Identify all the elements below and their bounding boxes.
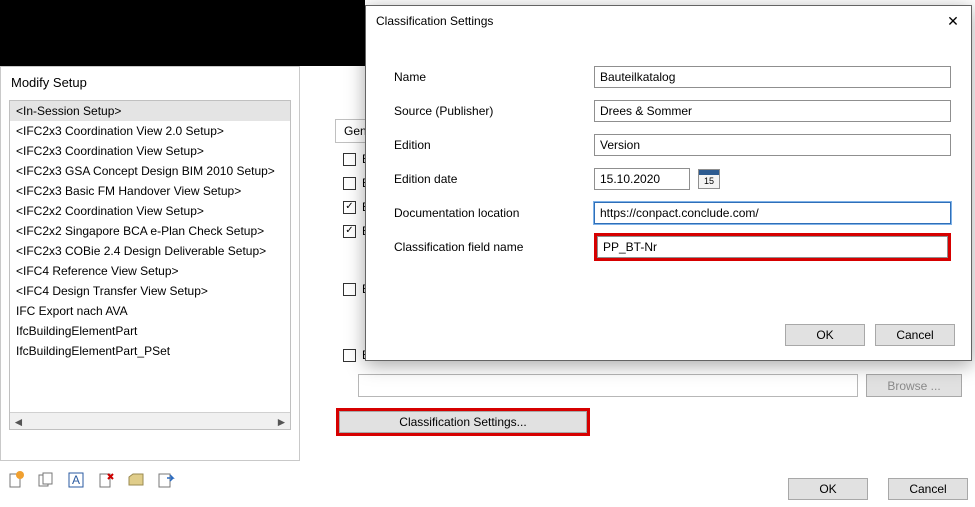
browse-button[interactable]: Browse ...: [866, 374, 962, 397]
setup-item[interactable]: IFC Export nach AVA: [10, 301, 290, 321]
modify-setup-title: Modify Setup: [1, 67, 299, 100]
checkbox[interactable]: [343, 153, 356, 166]
checkbox[interactable]: [343, 201, 356, 214]
scroll-left-icon[interactable]: ◄: [10, 413, 27, 430]
source-field[interactable]: [594, 100, 951, 122]
dialog-cancel-button[interactable]: Cancel: [875, 324, 955, 346]
dialog-ok-button[interactable]: OK: [785, 324, 865, 346]
calendar-icon[interactable]: 15: [698, 169, 720, 189]
checkbox[interactable]: [343, 349, 356, 362]
setup-toolbar: A: [6, 470, 176, 490]
main-ok-button[interactable]: OK: [788, 478, 868, 500]
setup-item[interactable]: <IFC2x3 Basic FM Handover View Setup>: [10, 181, 290, 201]
export-setup-icon[interactable]: [156, 470, 176, 490]
modify-setup-panel: Modify Setup <In-Session Setup> <IFC2x3 …: [0, 66, 300, 461]
setup-item[interactable]: <IFC2x3 Coordination View 2.0 Setup>: [10, 121, 290, 141]
name-field[interactable]: [594, 66, 951, 88]
setup-item[interactable]: <In-Session Setup>: [10, 101, 290, 121]
horizontal-scrollbar[interactable]: ◄ ►: [10, 412, 290, 429]
duplicate-setup-icon[interactable]: [36, 470, 56, 490]
checkbox[interactable]: [343, 283, 356, 296]
setup-item[interactable]: IfcBuildingElementPart_PSet: [10, 341, 290, 361]
classification-field-name-highlight: [594, 233, 951, 261]
setup-item[interactable]: <IFC2x2 Singapore BCA e-Plan Check Setup…: [10, 221, 290, 241]
setup-item[interactable]: <IFC2x3 COBie 2.4 Design Deliverable Set…: [10, 241, 290, 261]
close-icon[interactable]: ✕: [941, 10, 965, 32]
import-setup-icon[interactable]: [126, 470, 146, 490]
label-edition: Edition: [394, 138, 594, 152]
setup-item[interactable]: IfcBuildingElementPart: [10, 321, 290, 341]
new-setup-icon[interactable]: [6, 470, 26, 490]
classification-settings-dialog: Classification Settings ✕ Name Source (P…: [365, 5, 972, 361]
setup-item[interactable]: <IFC2x3 Coordination View Setup>: [10, 141, 290, 161]
label-name: Name: [394, 70, 594, 84]
calendar-day: 15: [704, 176, 714, 186]
setup-item[interactable]: <IFC4 Reference View Setup>: [10, 261, 290, 281]
classification-field-name-field[interactable]: [597, 236, 948, 258]
setup-list[interactable]: <In-Session Setup> <IFC2x3 Coordination …: [9, 100, 291, 430]
dialog-titlebar[interactable]: Classification Settings ✕: [366, 6, 971, 36]
scroll-right-icon[interactable]: ►: [273, 413, 290, 430]
edition-field[interactable]: [594, 134, 951, 156]
label-source: Source (Publisher): [394, 104, 594, 118]
label-field-name: Classification field name: [394, 240, 594, 254]
app-dark-strip: [0, 0, 365, 66]
documentation-location-field[interactable]: [594, 202, 951, 224]
setup-item[interactable]: <IFC2x3 GSA Concept Design BIM 2010 Setu…: [10, 161, 290, 181]
classification-file-input[interactable]: [358, 374, 858, 397]
edition-date-field[interactable]: [594, 168, 690, 190]
label-edition-date: Edition date: [394, 172, 594, 186]
checkbox[interactable]: [343, 225, 356, 238]
classification-settings-highlight: Classification Settings...: [336, 408, 590, 436]
delete-setup-icon[interactable]: [96, 470, 116, 490]
scroll-track[interactable]: [27, 413, 273, 429]
main-cancel-button[interactable]: Cancel: [888, 478, 968, 500]
svg-text:A: A: [72, 473, 80, 487]
setup-item[interactable]: <IFC2x2 Coordination View Setup>: [10, 201, 290, 221]
dialog-title: Classification Settings: [376, 14, 493, 28]
checkbox[interactable]: [343, 177, 356, 190]
rename-setup-icon[interactable]: A: [66, 470, 86, 490]
setup-item[interactable]: <IFC4 Design Transfer View Setup>: [10, 281, 290, 301]
classification-settings-button[interactable]: Classification Settings...: [339, 411, 587, 433]
label-doc-location: Documentation location: [394, 206, 594, 220]
